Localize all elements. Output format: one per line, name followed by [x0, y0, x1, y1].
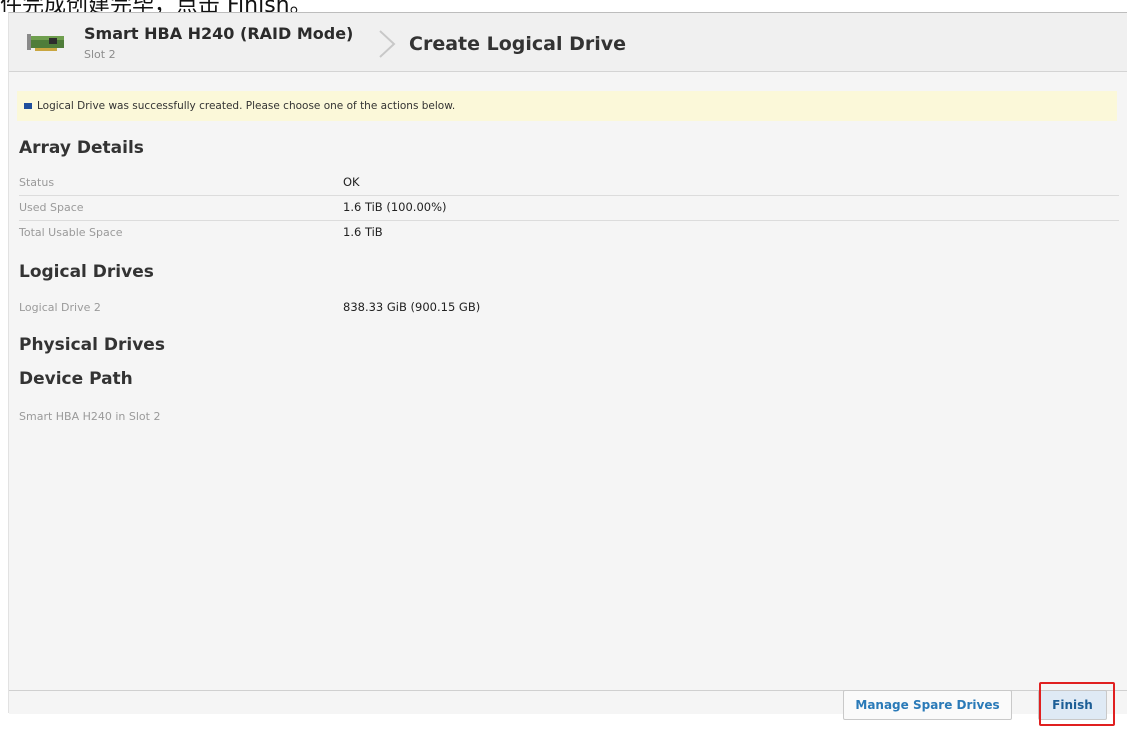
logical-drive-label: Logical Drive 2: [19, 301, 101, 314]
header-bar: Smart HBA H240 (RAID Mode) Slot 2 Create…: [9, 13, 1127, 72]
chevron-right-icon: [379, 30, 396, 58]
raid-card-icon: [27, 34, 64, 51]
device-path-title: Device Path: [19, 369, 133, 389]
success-message: Logical Drive was successfully created. …: [17, 91, 1117, 121]
detail-label: Total Usable Space: [19, 226, 123, 239]
detail-value: OK: [343, 175, 360, 189]
finish-button[interactable]: Finish: [1038, 690, 1107, 720]
caption-text: 件完成创建完毕，点击 Finish。: [0, 0, 312, 12]
detail-value: 1.6 TiB: [343, 225, 383, 239]
detail-label: Used Space: [19, 201, 84, 214]
controller-name: Smart HBA H240 (RAID Mode): [84, 24, 354, 43]
info-square-icon: [24, 103, 32, 109]
physical-drives-title: Physical Drives: [19, 335, 165, 355]
ssa-window: Smart HBA H240 (RAID Mode) Slot 2 Create…: [8, 12, 1127, 714]
device-path-value: Smart HBA H240 in Slot 2: [19, 410, 161, 423]
detail-row-status: Status OK: [19, 171, 1119, 196]
controller-slot: Slot 2: [84, 48, 116, 61]
array-details-title: Array Details: [19, 138, 144, 158]
page-title: Create Logical Drive: [409, 33, 627, 55]
detail-row-total-usable: Total Usable Space 1.6 TiB: [19, 221, 1119, 245]
logical-drives-title: Logical Drives: [19, 262, 154, 282]
cropped-caption: 件完成创建完毕，点击 Finish。: [0, 0, 1128, 12]
success-message-text: Logical Drive was successfully created. …: [37, 100, 456, 112]
detail-label: Status: [19, 176, 55, 189]
logical-drive-size: 838.33 GiB (900.15 GB): [343, 300, 481, 314]
manage-spare-drives-button[interactable]: Manage Spare Drives: [843, 690, 1012, 720]
logical-drive-row: Logical Drive 2 838.33 GiB (900.15 GB): [19, 296, 1119, 320]
detail-row-used-space: Used Space 1.6 TiB (100.00%): [19, 196, 1119, 221]
detail-value: 1.6 TiB (100.00%): [343, 200, 447, 214]
